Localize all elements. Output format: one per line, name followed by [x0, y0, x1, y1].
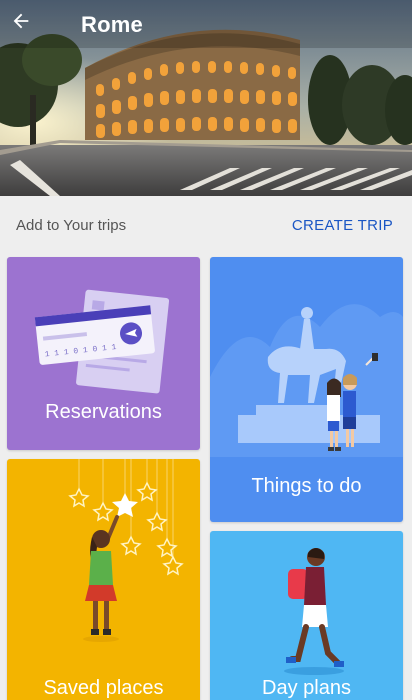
day-plans-label: Day plans [262, 677, 351, 699]
arrow-back-icon [13, 13, 29, 29]
hero-image-header: Rome [0, 0, 412, 196]
section-title: Add to Your trips [16, 216, 127, 234]
day-plans-card[interactable]: Day plans [210, 531, 403, 700]
things-to-do-card[interactable]: Things to do [210, 257, 403, 522]
things-to-do-label: Things to do [251, 475, 362, 497]
trips-section-header: Add to Your trips CREATE TRIP [0, 196, 412, 254]
page-title: Rome [81, 12, 143, 37]
colosseum-photo [0, 0, 412, 196]
reservations-label: Reservations [45, 401, 162, 423]
reservations-card[interactable]: 1 1 1 0 1 0 1 1 Reservations [7, 257, 200, 450]
create-trip-button[interactable]: CREATE TRIP [292, 217, 393, 234]
hiker-illustration [284, 548, 344, 675]
stars-girl-illustration [68, 459, 184, 642]
saved-places-card[interactable]: Saved places [7, 459, 200, 700]
saved-places-label: Saved places [43, 677, 164, 699]
back-button[interactable] [10, 10, 42, 42]
